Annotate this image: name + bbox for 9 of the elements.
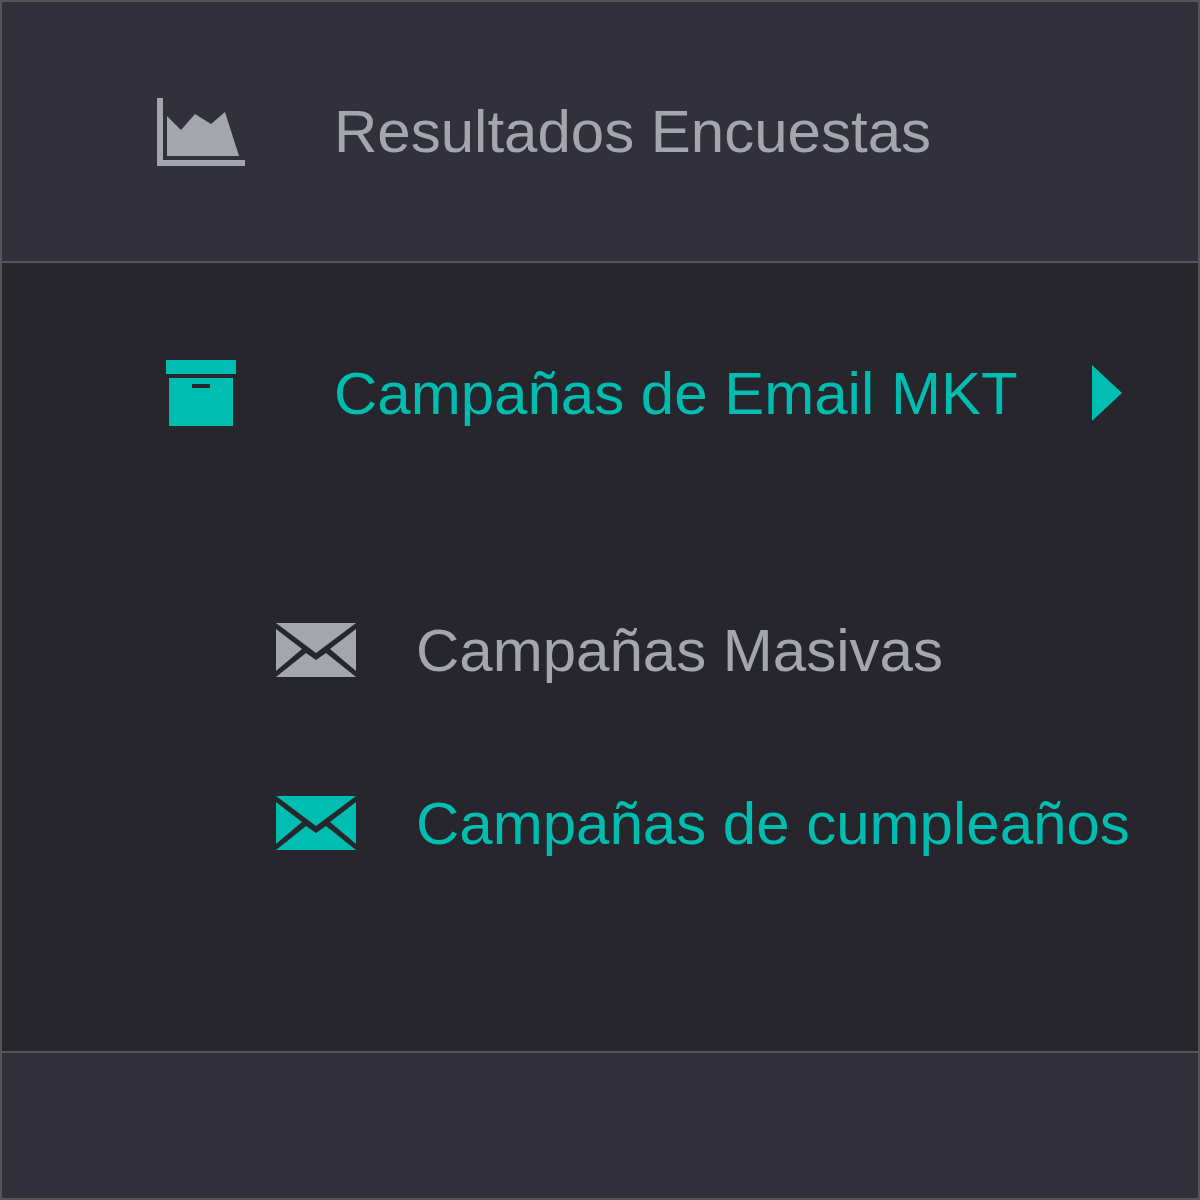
submenu-item[interactable]: Campañas Masivas [2,590,1198,710]
archive-box-icon [166,360,236,426]
menu-item[interactable]: Resultados Encuestas [2,71,1198,192]
area-chart-icon [157,97,245,166]
menu-item[interactable]: Campañas de Email MKT [2,333,1198,453]
caret-right-icon [1091,365,1122,421]
envelope-icon [276,623,356,677]
envelope-icon [276,796,356,850]
submenu-item[interactable]: Campañas de cumpleaños [2,763,1198,883]
